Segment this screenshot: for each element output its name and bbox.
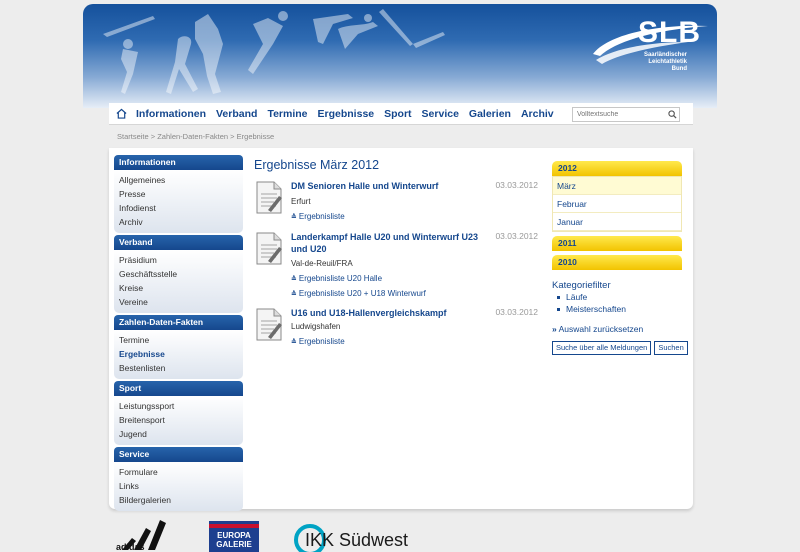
sidebar-section-sport[interactable]: Sport xyxy=(114,381,243,396)
search-all-button[interactable]: Suche über alle Meldungen xyxy=(552,341,652,355)
sidebar-item-bildergalerien[interactable]: Bildergalerien xyxy=(114,493,243,507)
entry-location: Val-de-Reuil/FRA xyxy=(291,259,353,268)
document-icon xyxy=(256,181,282,214)
sidebar-section-zahlen-daten-fakten[interactable]: Zahlen-Daten-Fakten xyxy=(114,315,243,330)
sidebar-section-service[interactable]: Service xyxy=(114,447,243,462)
athletes-illustration xyxy=(103,9,445,94)
archive-sidebar: 2012 März Februar Januar 2011 2010 Kateg… xyxy=(552,161,688,355)
chevron-up-icon: ≙ xyxy=(291,339,297,346)
sidebar-item-leistungssport[interactable]: Leistungssport xyxy=(114,399,243,413)
entry-date: 03.03.2012 xyxy=(495,231,538,241)
entry-link[interactable]: ≙ Ergebnisliste xyxy=(291,212,345,221)
sidebar-item-jugend[interactable]: Jugend xyxy=(114,427,243,441)
logo-subtitle: Saarländischer Leichtathletik Bund xyxy=(643,52,687,72)
sidebar-item-allgemeines[interactable]: Allgemeines xyxy=(114,173,243,187)
main-navigation: Informationen Verband Termine Ergebnisse… xyxy=(109,103,693,125)
nav-informationen[interactable]: Informationen xyxy=(136,108,206,120)
chevron-up-icon: ≙ xyxy=(291,276,297,283)
result-entry: DM Senioren Halle und Winterwurf 03.03.2… xyxy=(254,180,538,231)
kategoriefilter-title: Kategoriefilter xyxy=(552,280,611,291)
entry-link[interactable]: ≙ Ergebnisliste U20 Halle xyxy=(291,274,382,283)
chevron-up-icon: ≙ xyxy=(291,214,297,221)
site-header: SLB Saarländischer Leichtathletik Bund xyxy=(83,4,717,108)
main-content: Ergebnisse März 2012 DM Senioren Halle u… xyxy=(254,158,538,357)
document-icon xyxy=(256,232,282,265)
sponsor-adidas-logo[interactable]: adidas xyxy=(114,518,176,552)
nav-verband[interactable]: Verband xyxy=(216,108,257,120)
sponsor-ikk-text: IKK Südwest xyxy=(305,530,409,550)
nav-service[interactable]: Service xyxy=(422,108,459,120)
kategorie-meisterschaften[interactable]: Meisterschaften xyxy=(552,303,682,315)
sidebar-section-verband[interactable]: Verband xyxy=(114,235,243,250)
year-2011[interactable]: 2011 xyxy=(552,236,682,251)
year-2012[interactable]: 2012 xyxy=(552,161,682,176)
month-maerz[interactable]: März xyxy=(553,177,681,195)
document-icon xyxy=(256,308,282,341)
search-icon[interactable] xyxy=(665,108,679,121)
entry-title[interactable]: U16 und U18-Hallenvergleichskampf xyxy=(291,307,491,319)
entry-title[interactable]: DM Senioren Halle und Winterwurf xyxy=(291,180,491,192)
page-title: Ergebnisse März 2012 xyxy=(254,158,380,172)
sidebar-item-kreise[interactable]: Kreise xyxy=(114,281,243,295)
nav-sport[interactable]: Sport xyxy=(384,108,411,120)
result-entry: U16 und U18-Hallenvergleichskampf 03.03.… xyxy=(254,307,538,357)
month-januar[interactable]: Januar xyxy=(553,213,681,231)
sponsor-europa-galerie-logo[interactable]: EUROPA GALERIE xyxy=(209,521,259,552)
sponsor-ikk-logo[interactable]: IKK Südwest xyxy=(293,520,453,552)
entry-link[interactable]: ≙ Ergebnisliste xyxy=(291,337,345,346)
sidebar: Informationen Allgemeines Presse Infodie… xyxy=(114,155,243,513)
breadcrumb[interactable]: Startseite > Zahlen-Daten-Fakten > Ergeb… xyxy=(117,132,274,141)
reset-selection-link[interactable]: » Auswahl zurücksetzen xyxy=(552,324,682,334)
sidebar-item-vereine[interactable]: Vereine xyxy=(114,295,243,309)
sponsor-adidas-text: adidas xyxy=(116,542,145,552)
sponsor-europa-galerie-text: EUROPA GALERIE xyxy=(216,531,252,549)
month-februar[interactable]: Februar xyxy=(553,195,681,213)
nav-archiv[interactable]: Archiv xyxy=(521,108,554,120)
nav-ergebnisse[interactable]: Ergebnisse xyxy=(318,108,375,120)
result-entry: Landerkampf Halle U20 und Winterwurf U23… xyxy=(254,231,538,307)
chevron-up-icon: ≙ xyxy=(291,291,297,298)
sidebar-item-infodienst[interactable]: Infodienst xyxy=(114,201,243,215)
sponsor-strip: adidas EUROPA GALERIE IKK Südwest xyxy=(110,518,510,552)
entry-location: Erfurt xyxy=(291,197,311,206)
search-buttons: Suche über alle Meldungen Suchen xyxy=(552,341,688,355)
sidebar-item-formulare[interactable]: Formulare xyxy=(114,465,243,479)
sidebar-item-geschaeftsstelle[interactable]: Geschäftsstelle xyxy=(114,267,243,281)
logo-text: SLB xyxy=(638,16,701,49)
sidebar-item-termine[interactable]: Termine xyxy=(114,333,243,347)
search-button[interactable]: Suchen xyxy=(654,341,688,355)
entry-link[interactable]: ≙ Ergebnisliste U20 + U18 Winterwurf xyxy=(291,289,426,298)
entry-date: 03.03.2012 xyxy=(495,307,538,317)
sidebar-item-praesidium[interactable]: Präsidium xyxy=(114,253,243,267)
entry-title[interactable]: Landerkampf Halle U20 und Winterwurf U23… xyxy=(291,231,491,255)
double-chevron-right-icon: » xyxy=(552,324,557,334)
sidebar-item-ergebnisse[interactable]: Ergebnisse xyxy=(114,347,243,361)
entry-date: 03.03.2012 xyxy=(495,180,538,190)
sidebar-item-archiv[interactable]: Archiv xyxy=(114,215,243,229)
year-2010[interactable]: 2010 xyxy=(552,255,682,270)
month-list: März Februar Januar xyxy=(552,176,682,232)
bullet-icon xyxy=(557,308,560,312)
bullet-icon xyxy=(557,296,560,300)
nav-galerien[interactable]: Galerien xyxy=(469,108,511,120)
home-icon[interactable] xyxy=(111,103,131,125)
sidebar-item-links[interactable]: Links xyxy=(114,479,243,493)
sidebar-item-presse[interactable]: Presse xyxy=(114,187,243,201)
sidebar-item-breitensport[interactable]: Breitensport xyxy=(114,413,243,427)
nav-termine[interactable]: Termine xyxy=(267,108,307,120)
search-box xyxy=(572,107,680,122)
sidebar-section-informationen[interactable]: Informationen xyxy=(114,155,243,170)
kategorie-laeufe[interactable]: Läufe xyxy=(552,291,682,303)
search-input[interactable] xyxy=(573,111,665,118)
entry-location: Ludwigshafen xyxy=(291,322,341,331)
sidebar-item-bestenlisten[interactable]: Bestenlisten xyxy=(114,361,243,375)
